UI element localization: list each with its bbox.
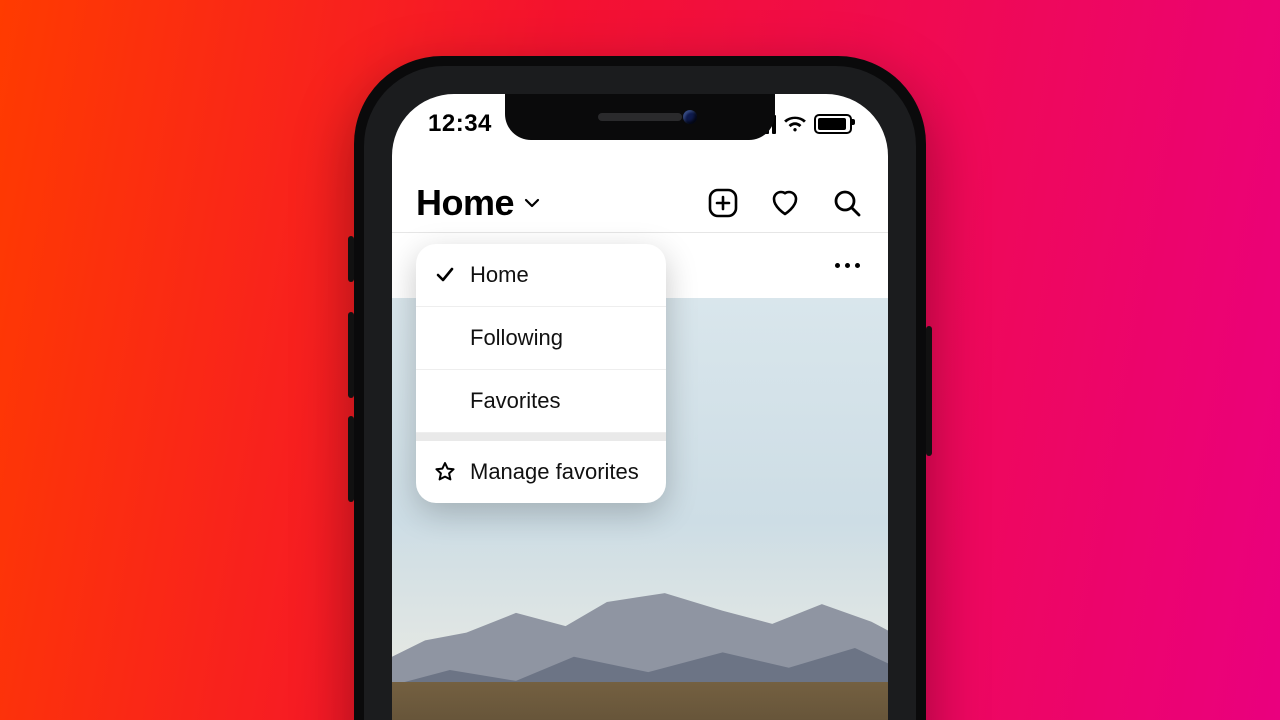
header-actions [706,186,864,220]
status-time: 12:34 [428,110,492,138]
dropdown-separator [416,433,666,441]
dropdown-item-manage-favorites[interactable]: Manage favorites [416,441,666,503]
search-icon [831,187,863,219]
dropdown-item-label: Favorites [470,388,560,414]
feed-switcher-button[interactable]: Home [416,182,540,224]
plus-square-icon [707,187,739,219]
phone-screen: 12:34 Home [392,94,888,720]
header-title: Home [416,182,514,224]
spacer-icon [434,390,456,412]
chevron-down-icon [524,195,540,211]
mute-switch [348,236,354,282]
post-more-button[interactable] [829,257,866,274]
heart-icon [768,186,802,220]
create-post-button[interactable] [706,186,740,220]
notch [505,94,775,140]
battery-icon [814,114,852,134]
front-camera [683,110,697,124]
activity-button[interactable] [768,186,802,220]
check-icon [434,264,456,286]
dropdown-item-label: Home [470,262,529,288]
volume-up-button [348,312,354,398]
app-header: Home [392,174,888,233]
search-button[interactable] [830,186,864,220]
dropdown-item-home[interactable]: Home [416,244,666,307]
phone-frame: 12:34 Home [354,56,926,720]
dropdown-item-favorites[interactable]: Favorites [416,370,666,433]
image-plain [392,682,888,720]
volume-down-button [348,416,354,502]
feed-switcher-dropdown: Home Following Favorites Manage favorite… [416,244,666,503]
gradient-background: 12:34 Home [0,0,1280,720]
dropdown-item-label: Manage favorites [470,459,639,485]
wifi-icon [784,116,806,132]
power-button [926,326,932,456]
spacer-icon [434,327,456,349]
dropdown-item-label: Following [470,325,563,351]
speaker-grille [598,113,682,121]
dropdown-item-following[interactable]: Following [416,307,666,370]
star-outline-icon [434,461,456,483]
phone-bezel: 12:34 Home [364,66,916,720]
